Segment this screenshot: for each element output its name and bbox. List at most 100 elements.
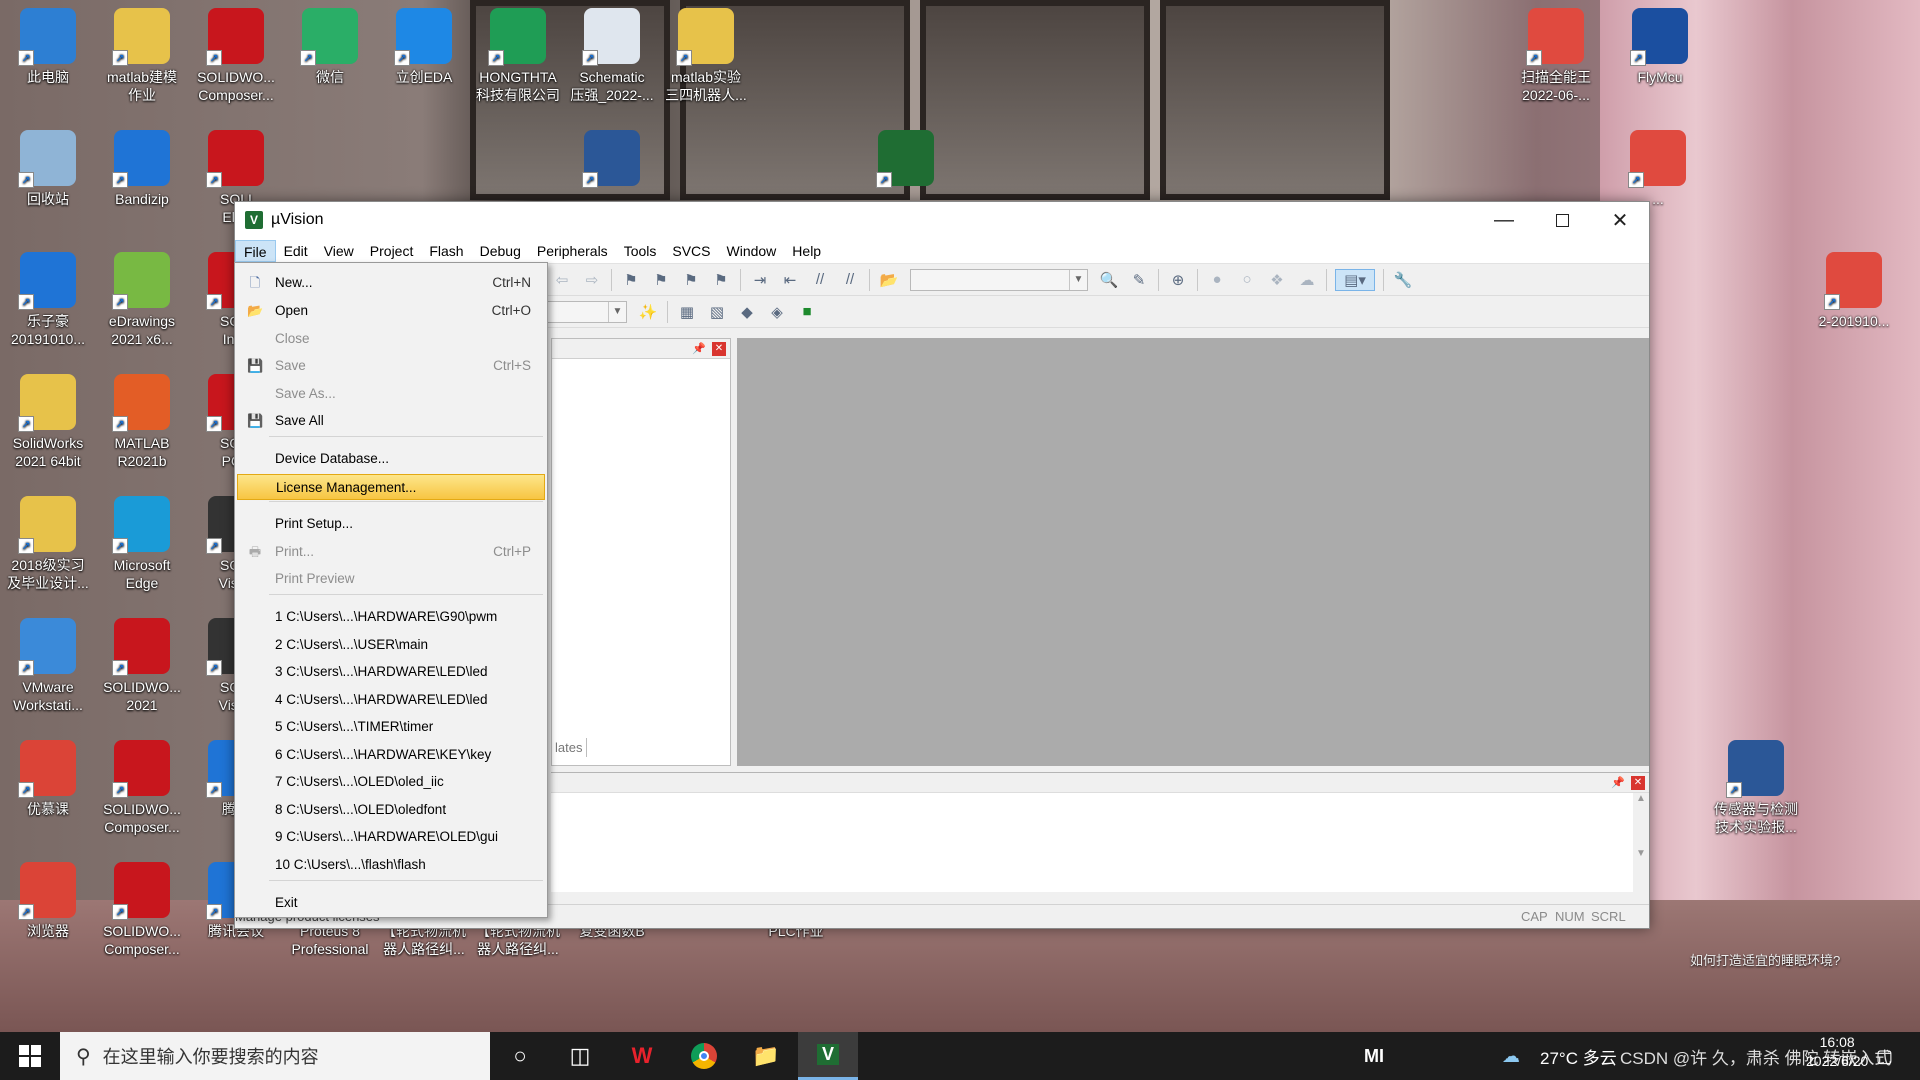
desktop-icon[interactable]: ↗ 回收站 (2, 130, 94, 208)
vertical-scrollbar[interactable]: ▲ ▼ (1633, 793, 1649, 893)
menu-item-close[interactable]: Close (237, 326, 545, 352)
breakpoint-clear-icon[interactable]: ❖ (1266, 269, 1288, 291)
file-explorer-icon[interactable]: 📁 (736, 1032, 796, 1080)
desktop-icon[interactable]: ↗... (566, 130, 658, 208)
menu-item-exit[interactable]: Exit (237, 890, 545, 916)
weather-icon[interactable]: ☁ (1502, 1032, 1520, 1080)
recent-file-item[interactable]: 4 C:\Users\...\HARDWARE\LED\led (237, 687, 545, 713)
find-in-files-icon[interactable]: 🔍 (1098, 269, 1120, 291)
close-button[interactable]: ✕ (1591, 202, 1649, 238)
weather-text[interactable]: 27°C 多云 (1540, 1032, 1617, 1080)
pin-icon[interactable]: 📌 (692, 342, 706, 356)
menu-item-save-all[interactable]: 💾 Save All (237, 408, 545, 434)
menu-item-print[interactable]: 🖶 Print... Ctrl+P (237, 539, 545, 565)
breakpoint-kill-icon[interactable]: ☁ (1296, 269, 1318, 291)
desktop-icon[interactable]: ↗ 2-201910... (1808, 252, 1900, 330)
recent-file-item[interactable]: 1 C:\Users\...\HARDWARE\G90\pwm (237, 604, 545, 630)
recent-file-item[interactable]: 8 C:\Users\...\OLED\oledfont (237, 797, 545, 823)
desktop-icon[interactable]: ↗ matlab实验 三四机器人... (660, 8, 752, 104)
taskbar-search-box[interactable]: ⚲ 在这里输入你要搜索的内容 (60, 1032, 490, 1080)
uncomment-icon[interactable]: // (839, 269, 861, 291)
bookmark-icon[interactable]: ⚑ (620, 269, 642, 291)
close-icon[interactable]: ✕ (712, 342, 726, 356)
desktop-icon[interactable]: ↗ 此电脑 (2, 8, 94, 86)
target-options-icon[interactable]: ✨ (637, 301, 659, 323)
pack-installer-icon[interactable]: ◈ (766, 301, 788, 323)
desktop-icon[interactable]: ↗ 立创EDA (378, 8, 470, 86)
menu-help[interactable]: Help (784, 240, 829, 262)
desktop-icon[interactable]: ↗ SolidWorks 2021 64bit (2, 374, 94, 470)
desktop-icon[interactable]: ↗ 2018级实习 及毕业设计... (2, 496, 94, 592)
minimize-button[interactable]: — (1475, 202, 1533, 238)
desktop-icon[interactable]: ↗ SOLIDWO... Composer... (96, 862, 188, 958)
menu-debug[interactable]: Debug (472, 240, 529, 262)
chevron-down-icon[interactable]: ▼ (608, 301, 626, 322)
breakpoint-icon[interactable]: ● (1206, 269, 1228, 291)
desktop-icon[interactable]: ↗ HONGTHTA 科技有限公司 (472, 8, 564, 104)
recent-file-item[interactable]: 3 C:\Users\...\HARDWARE\LED\led (237, 659, 545, 685)
indent-icon[interactable]: ⇥ (749, 269, 771, 291)
menu-item-new[interactable]: 🗋 New... Ctrl+N (237, 270, 545, 296)
select-packs-icon[interactable]: ▧ (706, 301, 728, 323)
desktop-icon[interactable]: ↗... (1612, 130, 1704, 208)
desktop-icon[interactable]: ↗ Microsoft Edge (96, 496, 188, 592)
cortana-icon[interactable]: ○ (490, 1032, 550, 1080)
bookmark-next-icon[interactable]: ⚑ (680, 269, 702, 291)
menu-view[interactable]: View (316, 240, 362, 262)
uvision-taskbar-icon[interactable]: V (798, 1032, 858, 1080)
recent-file-item[interactable]: 10 C:\Users\...\flash\flash (237, 852, 545, 878)
menu-item-device-database[interactable]: Device Database... (237, 446, 545, 472)
menu-item-save[interactable]: 💾 Save Ctrl+S (237, 353, 545, 379)
menu-window[interactable]: Window (719, 240, 785, 262)
menu-item-print-setup[interactable]: Print Setup... (237, 511, 545, 537)
bookmark-prev-icon[interactable]: ⚑ (650, 269, 672, 291)
desktop-icon[interactable]: ↗ VMware Workstati... (2, 618, 94, 714)
chrome-icon[interactable] (674, 1032, 734, 1080)
debug-session-icon[interactable]: ⊕ (1167, 269, 1189, 291)
desktop-icon[interactable]: ↗ 扫描全能王 2022-06-... (1510, 8, 1602, 104)
desktop-icon[interactable]: ↗ 传感器与检测 技术实验报... (1710, 740, 1802, 836)
recent-file-item[interactable]: 5 C:\Users\...\TIMER\timer (237, 714, 545, 740)
desktop-icon[interactable]: ↗ 优慕课 (2, 740, 94, 818)
incremental-find-icon[interactable]: ✎ (1128, 269, 1150, 291)
menu-flash[interactable]: Flash (421, 240, 471, 262)
close-icon[interactable]: ✕ (1631, 776, 1645, 790)
comment-icon[interactable]: // (809, 269, 831, 291)
pin-icon[interactable]: 📌 (1611, 776, 1625, 790)
open-folder-icon[interactable]: 📂 (878, 269, 900, 291)
manage-components-icon[interactable]: ▦ (676, 301, 698, 323)
run-time-env-icon[interactable]: ◆ (736, 301, 758, 323)
desktop-icon[interactable]: ↗ SOLIDWO... Composer... (190, 8, 282, 104)
menu-edit[interactable]: Edit (276, 240, 316, 262)
editor-area[interactable] (737, 338, 1649, 766)
desktop-icon[interactable]: ↗ 浏览器 (2, 862, 94, 940)
recent-file-item[interactable]: 6 C:\Users\...\HARDWARE\KEY\key (237, 742, 545, 768)
recent-file-item[interactable]: 9 C:\Users\...\HARDWARE\OLED\gui (237, 824, 545, 850)
desktop-icon[interactable]: ↗ 乐子豪 20191010... (2, 252, 94, 348)
breakpoint-disable-icon[interactable]: ○ (1236, 269, 1258, 291)
desktop-icon[interactable]: ↗ Bandizip (96, 130, 188, 208)
nav-forward-icon[interactable]: ⇨ (581, 269, 603, 291)
configure-icon[interactable]: 🔧 (1392, 269, 1414, 291)
clock[interactable]: 16:08 2022/6/20 (1806, 1034, 1868, 1069)
desktop-icon[interactable]: ↗... (860, 130, 952, 208)
wps-icon[interactable]: W (612, 1032, 672, 1080)
menu-project[interactable]: Project (362, 240, 422, 262)
title-bar[interactable]: V µVision — ✕ (235, 202, 1649, 238)
pack-icon[interactable]: ■ (796, 301, 818, 323)
desktop-icon[interactable]: ↗ Schematic 压强_2022-... (566, 8, 658, 104)
bookmark-clear-icon[interactable]: ⚑ (710, 269, 732, 291)
mi-logo[interactable]: MI (1364, 1032, 1384, 1080)
menu-svcs[interactable]: SVCS (664, 240, 718, 262)
desktop-icon[interactable]: ↗ FlyMcu (1614, 8, 1706, 86)
notification-icon[interactable]: ▢ (1876, 1032, 1893, 1080)
nav-back-icon[interactable]: ⇦ (551, 269, 573, 291)
tab-templates[interactable]: lates (551, 738, 588, 757)
menu-tools[interactable]: Tools (616, 240, 665, 262)
maximize-button[interactable] (1533, 202, 1591, 238)
start-button[interactable] (0, 1032, 60, 1080)
menu-peripherals[interactable]: Peripherals (529, 240, 616, 262)
menu-item-open[interactable]: 📂 Open Ctrl+O (237, 298, 545, 324)
desktop-icon[interactable]: ↗ MATLAB R2021b (96, 374, 188, 470)
desktop-icon[interactable]: ↗ matlab建模 作业 (96, 8, 188, 104)
